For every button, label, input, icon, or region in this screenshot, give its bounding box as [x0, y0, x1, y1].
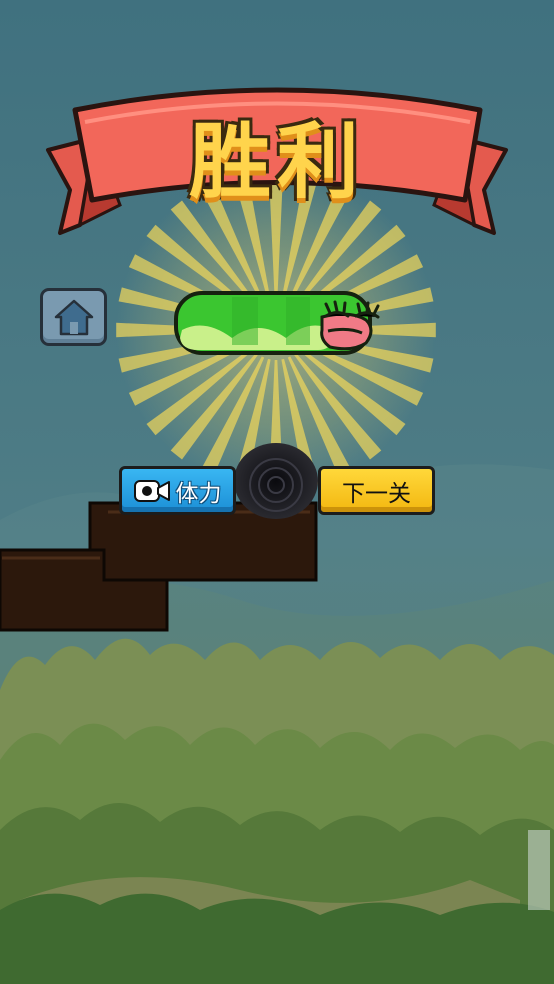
home-icon	[54, 299, 93, 336]
background-forest	[0, 638, 554, 984]
next-level-button[interactable]: 下一关	[318, 466, 435, 515]
video-camera-icon	[133, 479, 170, 502]
snake-character	[174, 291, 380, 355]
stamina-button-label: 体力	[175, 480, 222, 507]
portal-hole	[234, 443, 318, 519]
home-button[interactable]	[40, 288, 107, 346]
next-level-button-label: 下一关	[342, 480, 411, 507]
victory-title: 胜利	[188, 115, 365, 210]
stamina-video-button[interactable]: 体力	[119, 466, 236, 515]
